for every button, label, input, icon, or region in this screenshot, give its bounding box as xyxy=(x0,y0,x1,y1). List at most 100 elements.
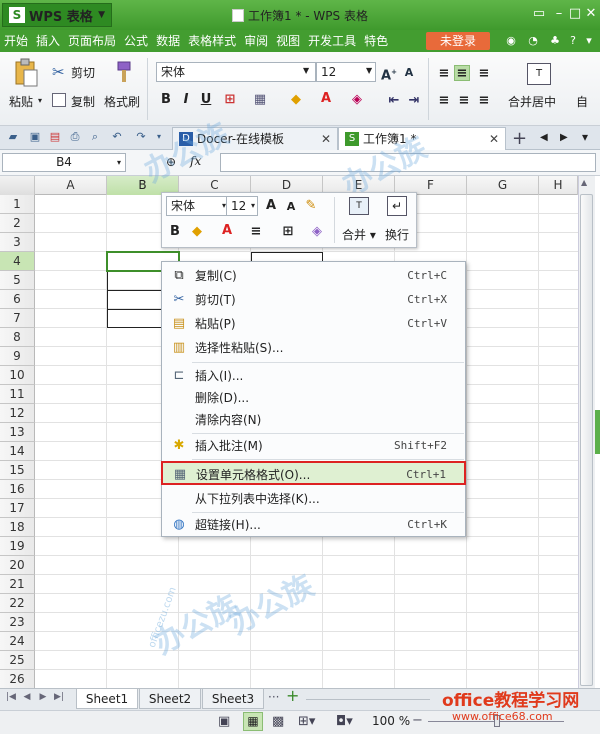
row-header-17[interactable]: 17 xyxy=(0,499,35,518)
app-menu-button[interactable]: S WPS 表格 ▼ xyxy=(2,3,112,27)
menu-item-pick-from-list[interactable]: 从下拉列表中选择(K)... xyxy=(162,487,465,511)
align-middle-icon[interactable]: ≡ xyxy=(454,65,470,81)
border-icon[interactable]: ⊞ xyxy=(222,92,238,108)
menu-item-cut[interactable]: ✂ 剪切(T) Ctrl+X xyxy=(162,288,465,312)
italic-icon[interactable]: I xyxy=(178,92,194,108)
menu-table-style[interactable]: 表格样式 xyxy=(184,30,240,52)
chevron-down-icon[interactable]: ▾ xyxy=(582,34,596,48)
sheet-tab-3[interactable]: Sheet3 xyxy=(202,689,264,709)
row-header-2[interactable]: 2 xyxy=(0,214,35,233)
shirt-icon[interactable]: ♣ xyxy=(548,34,562,48)
new-tab-icon[interactable]: + xyxy=(512,128,527,149)
row-header-25[interactable]: 25 xyxy=(0,651,35,670)
menu-insert[interactable]: 插入 xyxy=(32,30,64,52)
chevron-down-icon[interactable]: ▼ xyxy=(303,66,309,75)
menu-view[interactable]: 视图 xyxy=(272,30,304,52)
zoom-out-icon[interactable]: − xyxy=(412,713,423,728)
menu-special[interactable]: 特色 xyxy=(360,30,392,52)
wrap-text-icon[interactable]: ↵ xyxy=(387,196,407,216)
chevron-down-icon[interactable]: ▾ xyxy=(117,154,121,171)
clear-format-icon[interactable]: ◈ xyxy=(349,92,365,108)
row-header-22[interactable]: 22 xyxy=(0,594,35,613)
align-center-icon[interactable]: ≡ xyxy=(248,224,264,240)
print-preview-icon[interactable]: ⌕ xyxy=(88,130,102,144)
fill-pattern-icon[interactable]: ▦ xyxy=(252,92,268,108)
bold-icon[interactable]: B xyxy=(167,224,183,240)
chevron-left-icon[interactable]: ◀ xyxy=(540,132,548,143)
decrease-font-icon[interactable]: A xyxy=(283,199,299,215)
row-header-3[interactable]: 3 xyxy=(0,233,35,252)
print-icon[interactable]: ⎙ xyxy=(68,130,82,144)
column-header-a[interactable]: A xyxy=(35,176,107,195)
cut-button[interactable]: 剪切 xyxy=(71,64,95,81)
row-header-4[interactable]: 4 xyxy=(0,252,35,271)
mini-merge-button[interactable]: 合并 ▾ xyxy=(342,226,376,243)
save-icon[interactable]: ▣ xyxy=(28,130,42,144)
increase-font-icon[interactable]: A xyxy=(263,198,279,214)
align-left-icon[interactable]: ≡ xyxy=(436,93,452,109)
help-icon[interactable]: ? xyxy=(566,34,580,48)
font-name-select[interactable]: 宋体 xyxy=(156,62,316,82)
font-color-icon[interactable]: A xyxy=(219,223,235,239)
column-header-g[interactable]: G xyxy=(467,176,539,195)
prev-sheet-icon[interactable]: ◀ xyxy=(22,692,32,702)
clear-format-icon[interactable]: ◈ xyxy=(309,224,325,240)
row-header-23[interactable]: 23 xyxy=(0,613,35,632)
row-header-5[interactable]: 5 xyxy=(0,271,35,290)
close-icon[interactable]: ✕ xyxy=(321,128,331,150)
column-header-h[interactable]: H xyxy=(539,176,578,195)
sheet-tab-1[interactable]: Sheet1 xyxy=(76,689,138,709)
merge-icon[interactable]: T xyxy=(349,197,369,215)
page-layout-view-icon[interactable]: ▦ xyxy=(243,712,263,731)
scissors-icon[interactable]: ✂ xyxy=(52,63,68,81)
row-header-6[interactable]: 6 xyxy=(0,290,35,309)
row-header-10[interactable]: 10 xyxy=(0,366,35,385)
chevron-down-icon[interactable]: ▼ xyxy=(366,66,372,75)
select-all-corner[interactable] xyxy=(0,176,35,195)
row-header-14[interactable]: 14 xyxy=(0,442,35,461)
row-header-7[interactable]: 7 xyxy=(0,309,35,328)
login-button[interactable]: 未登录 xyxy=(426,32,490,50)
fill-color-icon[interactable]: ◆ xyxy=(189,224,205,240)
menu-item-copy[interactable]: ⧉ 复制(C) Ctrl+C xyxy=(162,264,465,288)
export-pdf-icon[interactable]: ▤ xyxy=(48,130,62,144)
menu-item-paste-special[interactable]: ▥ 选择性粘贴(S)... xyxy=(162,336,465,360)
menu-formulas[interactable]: 公式 xyxy=(120,30,152,52)
undo-icon[interactable]: ↶ xyxy=(110,130,124,144)
border-icon[interactable]: ⊞ xyxy=(280,224,296,240)
copy-icon[interactable] xyxy=(52,93,66,107)
scroll-up-icon[interactable]: ▲ xyxy=(581,178,587,187)
row-header-8[interactable]: 8 xyxy=(0,328,35,347)
open-folder-icon[interactable]: ▰ xyxy=(6,130,20,144)
add-sheet-icon[interactable]: + xyxy=(286,686,299,705)
scrollbar-thumb[interactable] xyxy=(580,194,593,686)
last-sheet-icon[interactable]: ▶| xyxy=(54,692,64,702)
mini-size-select[interactable]: 12 ▾ xyxy=(226,196,258,216)
bold-icon[interactable]: B xyxy=(158,92,174,108)
mini-font-select[interactable]: 宋体 ▾ xyxy=(166,196,230,216)
menu-review[interactable]: 审阅 xyxy=(240,30,272,52)
menu-developer[interactable]: 开发工具 xyxy=(304,30,360,52)
row-header-16[interactable]: 16 xyxy=(0,480,35,499)
row-header-11[interactable]: 11 xyxy=(0,385,35,404)
align-top-icon[interactable]: ≡ xyxy=(436,66,452,82)
row-header-26[interactable]: 26 xyxy=(0,670,35,689)
close-button[interactable]: ✕ xyxy=(582,6,600,22)
align-right-icon[interactable]: ≡ xyxy=(476,93,492,109)
mini-wrap-button[interactable]: 换行 xyxy=(385,226,409,243)
side-panel-handle[interactable] xyxy=(595,410,600,454)
row-header-20[interactable]: 20 xyxy=(0,556,35,575)
sheet-tab-2[interactable]: Sheet2 xyxy=(139,689,201,709)
row-header-1[interactable]: 1 xyxy=(0,195,35,214)
redo-icon[interactable]: ↷ xyxy=(134,130,148,144)
row-header-24[interactable]: 24 xyxy=(0,632,35,651)
name-box[interactable]: B4 ▾ xyxy=(2,153,126,172)
align-bottom-icon[interactable]: ≡ xyxy=(476,66,492,82)
row-header-9[interactable]: 9 xyxy=(0,347,35,366)
merge-center-icon[interactable]: T xyxy=(527,63,551,85)
next-sheet-icon[interactable]: ▶ xyxy=(38,692,48,702)
row-header-15[interactable]: 15 xyxy=(0,461,35,480)
merge-center-button[interactable]: 合并居中 xyxy=(508,93,556,110)
first-sheet-icon[interactable]: |◀ xyxy=(6,692,16,702)
fill-color-icon[interactable]: ◆ xyxy=(288,92,304,108)
